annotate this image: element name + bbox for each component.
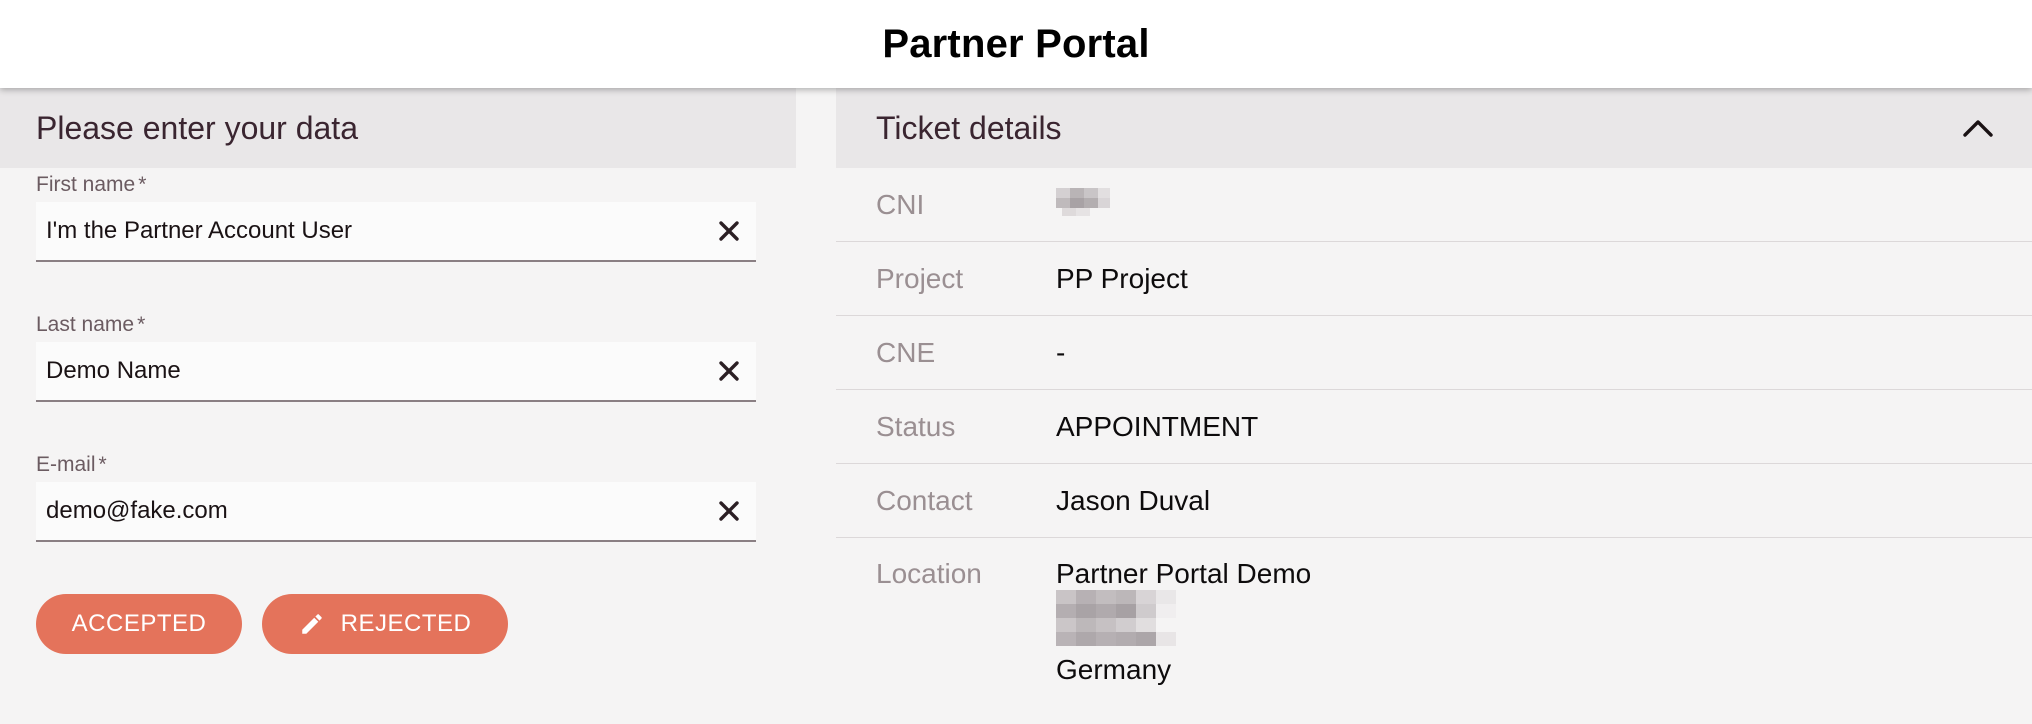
last-name-label: Last name <box>36 313 135 336</box>
required-marker: * <box>98 453 107 476</box>
data-entry-header: Please enter your data <box>0 88 796 168</box>
pencil-icon <box>301 614 322 634</box>
data-entry-panel: Please enter your data First name * Last… <box>0 88 796 724</box>
accepted-button[interactable]: ACCEPTED <box>36 594 242 654</box>
app-header: Partner Portal <box>0 0 2032 88</box>
email-input[interactable] <box>46 497 686 525</box>
clear-first-name-button[interactable] <box>714 216 744 246</box>
location-line-3: Germany <box>1056 654 1172 685</box>
redacted-address <box>1056 590 1176 646</box>
chevron-up-icon <box>1963 120 1993 137</box>
detail-row-status: Status APPOINTMENT <box>836 390 2032 464</box>
redacted-value <box>1056 188 1110 216</box>
collapse-button[interactable] <box>1960 110 1996 146</box>
data-entry-form: First name * Last name * <box>0 168 796 654</box>
last-name-box <box>36 342 756 402</box>
detail-value: Jason Duval <box>1056 484 1211 516</box>
detail-key: Location <box>876 558 982 589</box>
first-name-field: First name * <box>36 168 756 262</box>
detail-key: CNI <box>876 188 925 220</box>
rejected-label: REJECTED <box>340 610 472 637</box>
first-name-input[interactable] <box>46 217 686 245</box>
location-line-redacted <box>1056 590 1311 654</box>
clear-last-name-button[interactable] <box>714 356 744 386</box>
close-icon <box>719 361 739 381</box>
ticket-details-header[interactable]: Ticket details <box>836 88 2032 168</box>
detail-value-redacted <box>1056 184 1112 225</box>
detail-value: APPOINTMENT <box>1056 410 1259 442</box>
detail-key: Contact <box>876 484 973 516</box>
detail-row-contact: Contact Jason Duval <box>836 464 2032 538</box>
location-value: Partner Portal Demo Germany <box>1056 558 1311 686</box>
data-entry-title: Please enter your data <box>36 109 358 146</box>
accepted-label: ACCEPTED <box>71 610 207 637</box>
email-field: E-mail * <box>36 448 756 542</box>
email-label: E-mail <box>36 453 96 476</box>
detail-row-cne: CNE - <box>836 316 2032 390</box>
close-icon <box>719 221 739 241</box>
location-line-1: Partner Portal Demo <box>1056 558 1312 589</box>
first-name-box <box>36 202 756 262</box>
action-buttons: ACCEPTED REJECTED <box>36 594 796 654</box>
detail-value: - <box>1056 336 1066 368</box>
rejected-button[interactable]: REJECTED <box>262 594 508 654</box>
detail-row-cni: CNI <box>836 168 2032 242</box>
detail-key: Project <box>876 262 964 294</box>
close-icon <box>719 501 739 521</box>
clear-email-button[interactable] <box>714 496 744 526</box>
ticket-details-title: Ticket details <box>876 109 1062 146</box>
ticket-details-panel: Ticket details CNI Project PP Project CN… <box>836 88 2032 724</box>
required-marker: * <box>138 173 147 196</box>
detail-row-project: Project PP Project <box>836 242 2032 316</box>
first-name-label: First name <box>36 173 136 196</box>
detail-row-location: Location Partner Portal Demo Germany <box>836 538 2032 686</box>
detail-value: PP Project <box>1056 262 1188 294</box>
detail-key: CNE <box>876 336 936 368</box>
app-title: Partner Portal <box>882 21 1150 66</box>
required-marker: * <box>137 313 146 336</box>
last-name-input[interactable] <box>46 357 686 385</box>
last-name-field: Last name * <box>36 308 756 402</box>
detail-key: Status <box>876 410 956 442</box>
email-box <box>36 482 756 542</box>
